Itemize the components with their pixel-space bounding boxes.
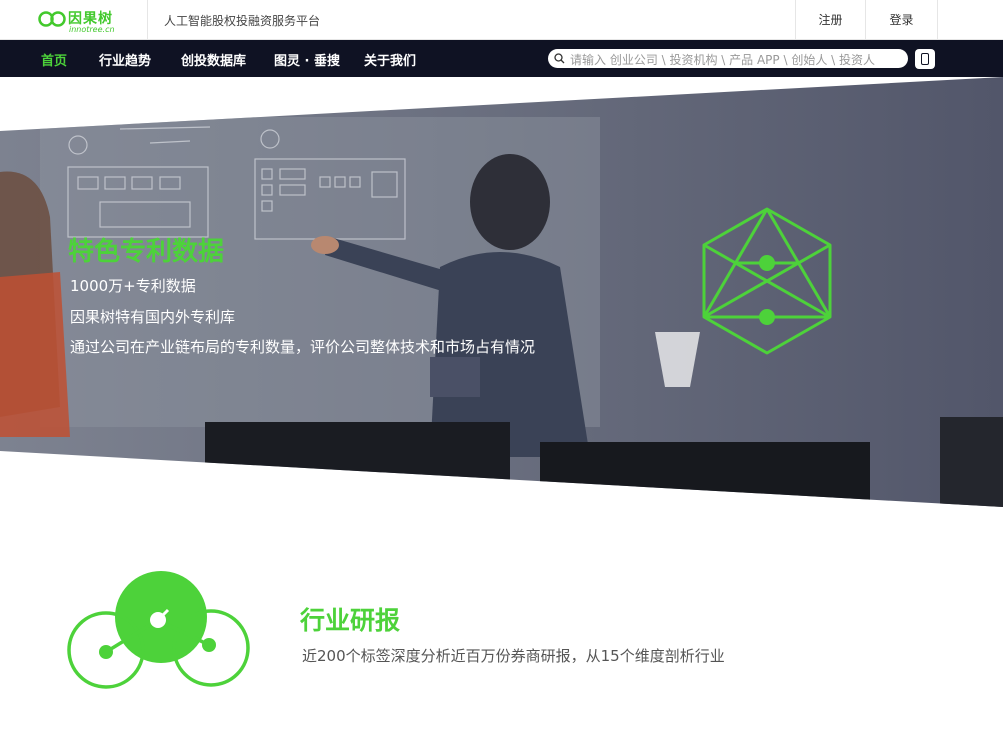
report-section-title: 行业研报 xyxy=(300,606,401,635)
logo[interactable]: 因果树 innotree.cn xyxy=(38,6,128,36)
hero-line-2: 因果树特有国内外专利库 xyxy=(70,308,236,326)
search-icon xyxy=(554,53,565,64)
register-button[interactable]: 注册 xyxy=(795,0,865,40)
main-nav: 首页 行业趋势 创投数据库 图灵 · 垂搜 关于我们 请输入 创业公司 \ 投资… xyxy=(0,40,1003,77)
nav-vc-database[interactable]: 创投数据库 xyxy=(181,50,246,69)
login-button[interactable]: 登录 xyxy=(865,0,938,40)
tagline: 人工智能股权投融资服务平台 xyxy=(164,14,321,28)
infinity-logo-icon xyxy=(38,11,66,27)
nav-home[interactable]: 首页 xyxy=(41,50,67,69)
hero-line-1: 1000万+专利数据 xyxy=(70,277,196,295)
nav-about-us[interactable]: 关于我们 xyxy=(364,50,416,69)
phone-icon xyxy=(921,53,929,65)
nav-turing-search[interactable]: 图灵 · 垂搜 xyxy=(274,50,340,69)
top-bar: 因果树 innotree.cn 人工智能股权投融资服务平台 注册 登录 xyxy=(0,0,1003,40)
divider xyxy=(147,0,148,40)
search-input[interactable]: 请输入 创业公司 \ 投资机构 \ 产品 APP \ 创始人 \ 投资人 xyxy=(548,49,908,68)
hero-banner: 特色专利数据 1000万+专利数据 因果树特有国内外专利库 通过公司在产业链布局… xyxy=(0,77,1003,507)
hero-title: 特色专利数据 xyxy=(68,237,225,267)
nav-industry-trends[interactable]: 行业趋势 xyxy=(99,50,151,69)
patent-cube-icon xyxy=(702,207,832,355)
report-section-desc: 近200个标签深度分析近百万份券商研报，从15个维度剖析行业 xyxy=(302,647,725,665)
hero-line-3: 通过公司在产业链布局的专利数量，评价公司整体技术和市场占有情况 xyxy=(70,338,536,356)
mobile-app-button[interactable] xyxy=(915,49,935,69)
logo-domain: innotree.cn xyxy=(69,25,115,34)
industry-report-icon xyxy=(67,571,250,689)
search-placeholder: 请输入 创业公司 \ 投资机构 \ 产品 APP \ 创始人 \ 投资人 xyxy=(570,53,875,67)
